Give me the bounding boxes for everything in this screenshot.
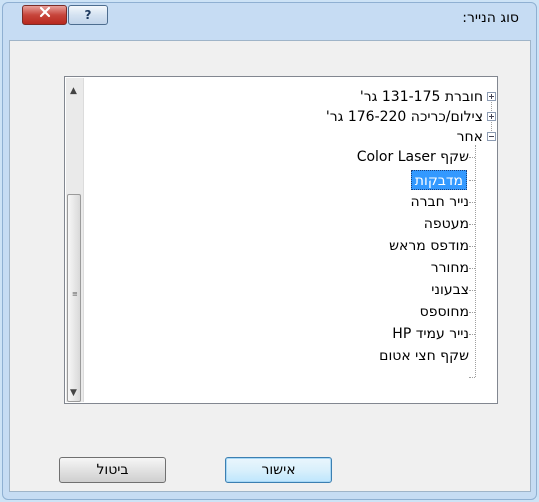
- tree-leaf-colored[interactable]: צבעוני: [431, 280, 469, 300]
- paper-type-tree[interactable]: ▲ ≡ ▼ חוברת 131-175 גר' צילום/כריכה 176-…: [64, 76, 498, 404]
- dialog-client-area: ▲ ≡ ▼ חוברת 131-175 גר' צילום/כריכה 176-…: [9, 40, 531, 492]
- tree-leaf-envelope[interactable]: מעטפה: [424, 214, 469, 234]
- collapse-minus-icon[interactable]: [487, 132, 496, 141]
- window-title: סוג הנייר:: [462, 10, 519, 26]
- expand-plus-icon[interactable]: [487, 112, 496, 121]
- tree-line: [469, 334, 475, 335]
- scroll-down-arrow-icon[interactable]: ▼: [70, 388, 77, 398]
- tree-leaf-opaque-film[interactable]: שקף חצי אטום: [379, 346, 469, 366]
- help-button[interactable]: ?: [68, 5, 108, 25]
- tree-line: [469, 290, 475, 291]
- grip-icon: ≡: [72, 290, 78, 298]
- tree-line: [469, 268, 475, 269]
- tree-line: [469, 246, 475, 247]
- tree-line: [469, 224, 475, 225]
- tree-leaf-labels-selected[interactable]: מדבקות: [410, 170, 467, 190]
- tree-leaf-preprinted[interactable]: מודפס מראש: [389, 236, 469, 256]
- ok-button[interactable]: אישור: [225, 457, 332, 483]
- scrollbar-thumb[interactable]: ≡: [67, 194, 81, 402]
- dialog-window: סוג הנייר: ? ▲ ≡ ▼ חוברת 131-175 גר' ציל…: [0, 0, 539, 502]
- close-icon: [39, 6, 50, 18]
- tree-node-other[interactable]: אחר: [457, 127, 483, 147]
- close-button[interactable]: [22, 5, 67, 25]
- vertical-scrollbar[interactable]: ▲ ≡ ▼: [66, 78, 84, 402]
- tree-leaf-color-laser-transparency[interactable]: שקף Color Laser: [357, 147, 469, 167]
- help-label: ?: [84, 8, 92, 22]
- tree-leaf-prepunched[interactable]: מחורר: [431, 258, 469, 278]
- tree-line: [469, 202, 475, 203]
- tree-leaf-letterhead[interactable]: נייר חברה: [410, 192, 469, 212]
- tree-leaf-hp-tough-paper[interactable]: נייר עמיד HP: [392, 324, 469, 344]
- tree-line: [475, 145, 476, 377]
- tree-node-photo-cover[interactable]: צילום/כריכה 176-220 גר': [326, 107, 483, 127]
- expand-plus-icon[interactable]: [487, 92, 496, 101]
- tree-leaf-rough[interactable]: מחוספס: [420, 302, 469, 322]
- tree-line: [469, 312, 475, 313]
- tree-node-booklet[interactable]: חוברת 131-175 גר': [360, 87, 483, 107]
- cancel-button[interactable]: ביטול: [59, 457, 166, 483]
- scroll-up-arrow-icon[interactable]: ▲: [70, 86, 77, 96]
- tree-line: [469, 377, 475, 378]
- tree-line: [469, 180, 475, 181]
- tree-line: [469, 157, 475, 158]
